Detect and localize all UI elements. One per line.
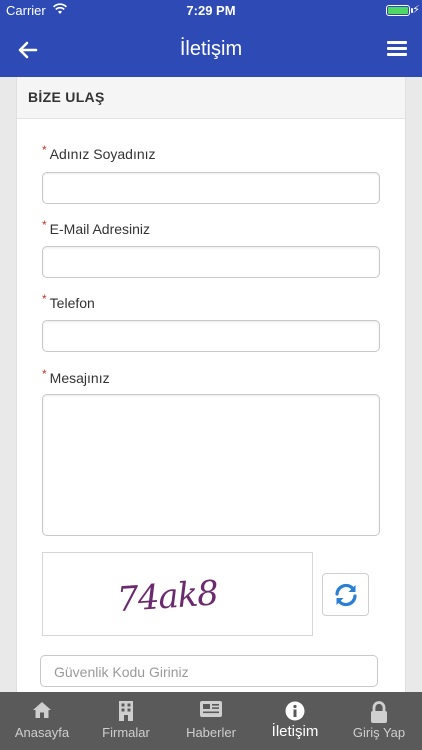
nav-bar: İletişim	[0, 22, 422, 77]
captcha-image: 74ak8	[42, 552, 313, 636]
security-code-input[interactable]: Güvenlik Kodu Giriniz	[40, 655, 378, 687]
email-field[interactable]	[42, 246, 380, 278]
tab-giris-yap[interactable]: Giriş Yap	[336, 692, 422, 750]
status-bar: Carrier 7:29 PM ⚡	[0, 0, 422, 22]
required-marker: *	[42, 367, 47, 381]
tab-label: Haberler	[186, 725, 236, 740]
name-label: * Adınız Soyadınız	[42, 143, 156, 162]
captcha-text: 74ak8	[116, 573, 220, 620]
charging-icon: ⚡	[412, 4, 420, 16]
tab-anasayfa[interactable]: Anasayfa	[0, 692, 84, 750]
building-icon	[119, 701, 133, 721]
tab-label: Firmalar	[102, 725, 150, 740]
required-marker: *	[42, 218, 47, 232]
home-icon	[33, 702, 51, 718]
required-marker: *	[42, 292, 47, 306]
phone-field[interactable]	[42, 320, 380, 352]
message-textarea[interactable]	[42, 394, 380, 536]
page-title: İletişim	[179, 38, 243, 60]
refresh-captcha-button[interactable]	[322, 573, 369, 616]
info-icon	[285, 701, 305, 721]
lock-icon	[371, 701, 387, 723]
refresh-icon	[335, 583, 357, 607]
tab-haberler[interactable]: Haberler	[168, 692, 254, 750]
battery-icon	[386, 5, 410, 16]
name-field[interactable]	[42, 172, 380, 204]
hamburger-menu-icon[interactable]	[387, 41, 407, 57]
newspaper-icon	[200, 701, 222, 717]
tab-label: Anasayfa	[14, 725, 70, 740]
phone-label: * Telefon	[42, 292, 95, 311]
tab-bar: Anasayfa Firmalar Haberler İletişim Giri…	[0, 692, 422, 750]
email-label: * E-Mail Adresiniz	[42, 218, 151, 237]
tab-label: Giriş Yap	[352, 725, 406, 740]
status-time: 7:29 PM	[186, 3, 236, 18]
card-header: BİZE ULAŞ	[17, 77, 405, 119]
tab-firmalar[interactable]: Firmalar	[84, 692, 168, 750]
tab-iletisim[interactable]: İletişim	[254, 692, 336, 750]
tab-label: İletişim	[271, 723, 319, 740]
required-marker: *	[42, 143, 47, 157]
message-label: * Mesajınız	[42, 367, 110, 386]
